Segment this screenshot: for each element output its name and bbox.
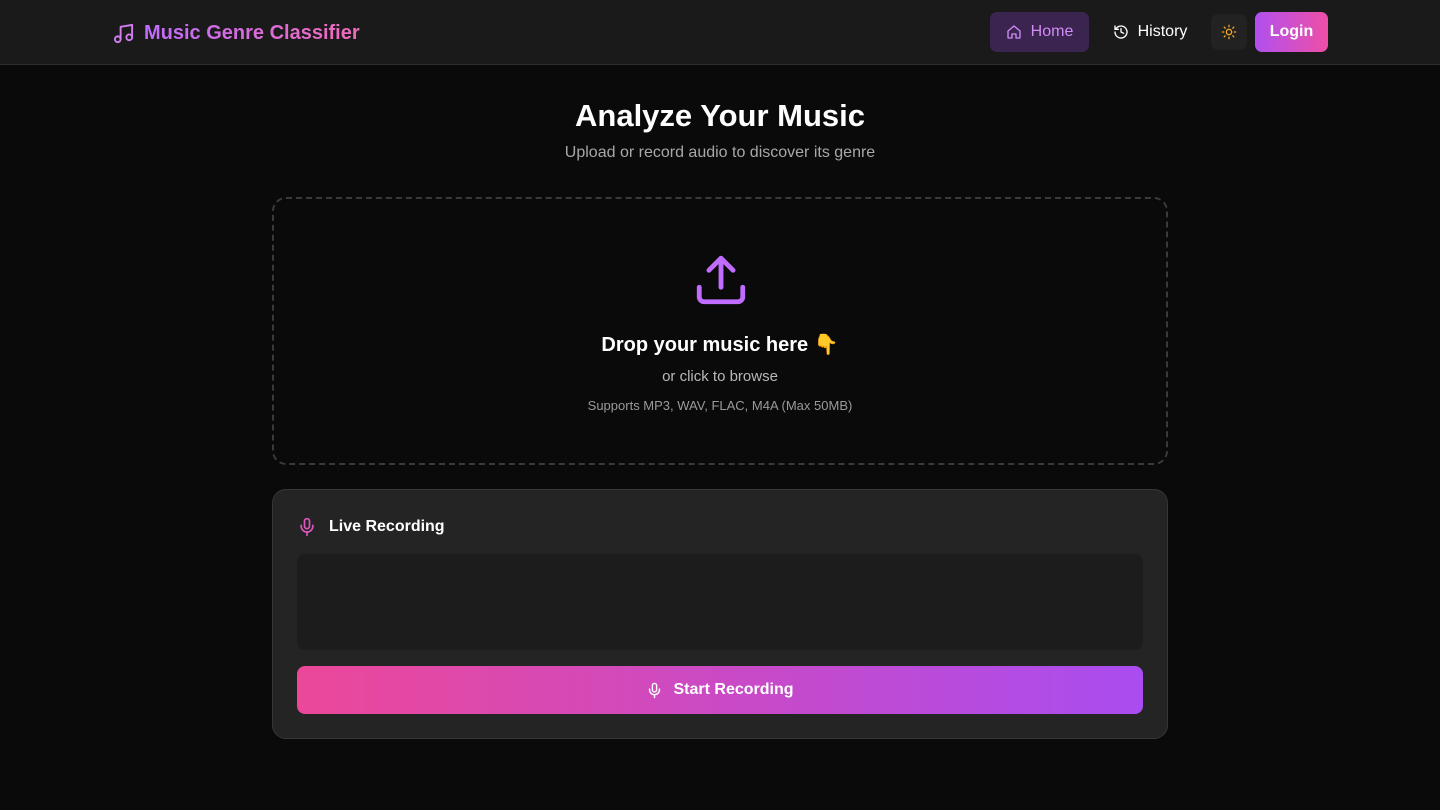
dropzone-browse-text: or click to browse bbox=[662, 368, 778, 385]
live-recording-card: Live Recording Start Recording bbox=[272, 489, 1168, 739]
upload-dropzone[interactable]: Drop your music here 👇 or click to brows… bbox=[272, 197, 1168, 465]
top-navbar: Music Genre Classifier Home History Logi… bbox=[0, 0, 1440, 65]
microphone-icon bbox=[297, 517, 317, 537]
dropzone-title: Drop your music here 👇 bbox=[274, 332, 1166, 357]
microphone-icon bbox=[646, 682, 663, 699]
dropzone-title-text: Drop your music here bbox=[601, 334, 809, 356]
brand[interactable]: Music Genre Classifier bbox=[112, 20, 360, 46]
theme-toggle-button[interactable] bbox=[1211, 14, 1247, 50]
home-icon bbox=[1006, 24, 1022, 40]
nav-home-link[interactable]: Home bbox=[990, 12, 1089, 52]
nav-home-label: Home bbox=[1030, 23, 1074, 40]
supported-formats-text: Supports MP3, WAV, FLAC, M4A (Max 50MB) bbox=[587, 398, 853, 413]
nav-history-label: History bbox=[1137, 23, 1188, 40]
brand-title: Music Genre Classifier bbox=[144, 21, 360, 44]
history-icon bbox=[1113, 24, 1129, 40]
nav-history-link[interactable]: History bbox=[1095, 12, 1205, 52]
login-button-label: Login bbox=[1269, 23, 1314, 40]
start-recording-label: Start Recording bbox=[673, 681, 794, 698]
live-recording-header: Live Recording bbox=[297, 516, 445, 538]
live-recording-title: Live Recording bbox=[329, 518, 445, 535]
audio-visualizer bbox=[297, 554, 1143, 650]
pointing-down-emoji: 👇 bbox=[813, 332, 839, 356]
page-title: Analyze Your Music bbox=[575, 98, 865, 133]
nav-actions: Home History Login bbox=[990, 12, 1328, 52]
page-subtitle: Upload or record audio to discover its g… bbox=[564, 144, 876, 161]
login-button[interactable]: Login bbox=[1255, 12, 1328, 52]
start-recording-button[interactable]: Start Recording bbox=[297, 666, 1143, 714]
music-note-icon bbox=[112, 22, 135, 45]
sun-icon bbox=[1221, 24, 1237, 40]
